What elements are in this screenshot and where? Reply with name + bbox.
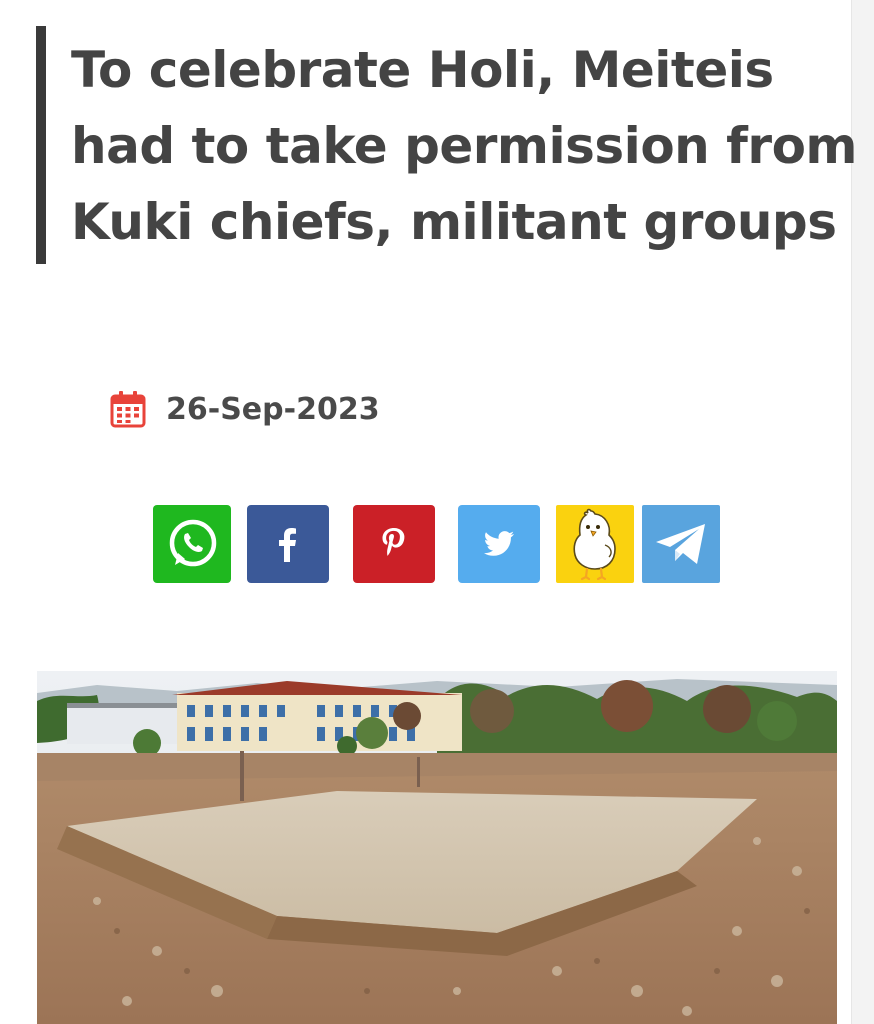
whatsapp-icon — [169, 519, 217, 567]
whatsapp-share-button[interactable] — [153, 505, 231, 583]
twitter-icon — [483, 531, 514, 556]
article-page: To celebrate Holi, Meiteis had to take p… — [0, 0, 874, 1024]
calendar-icon — [110, 391, 146, 428]
telegram-icon — [656, 524, 705, 564]
koo-share-button[interactable] — [556, 505, 634, 583]
pinterest-icon — [382, 528, 405, 556]
twitter-share-button[interactable] — [458, 505, 540, 583]
publish-date-row: 26-Sep-2023 — [110, 388, 380, 430]
pinterest-share-button[interactable] — [353, 505, 435, 583]
facebook-icon — [279, 528, 296, 562]
publish-date: 26-Sep-2023 — [166, 391, 380, 427]
headline-block: To celebrate Holi, Meiteis had to take p… — [36, 26, 871, 264]
facebook-share-button[interactable] — [247, 505, 329, 583]
telegram-share-button[interactable] — [642, 505, 720, 583]
foundation-photo — [37, 671, 837, 1024]
article-headline: To celebrate Holi, Meiteis had to take p… — [71, 41, 858, 251]
article-hero-image — [37, 671, 837, 1024]
koo-bird-icon — [573, 508, 616, 581]
